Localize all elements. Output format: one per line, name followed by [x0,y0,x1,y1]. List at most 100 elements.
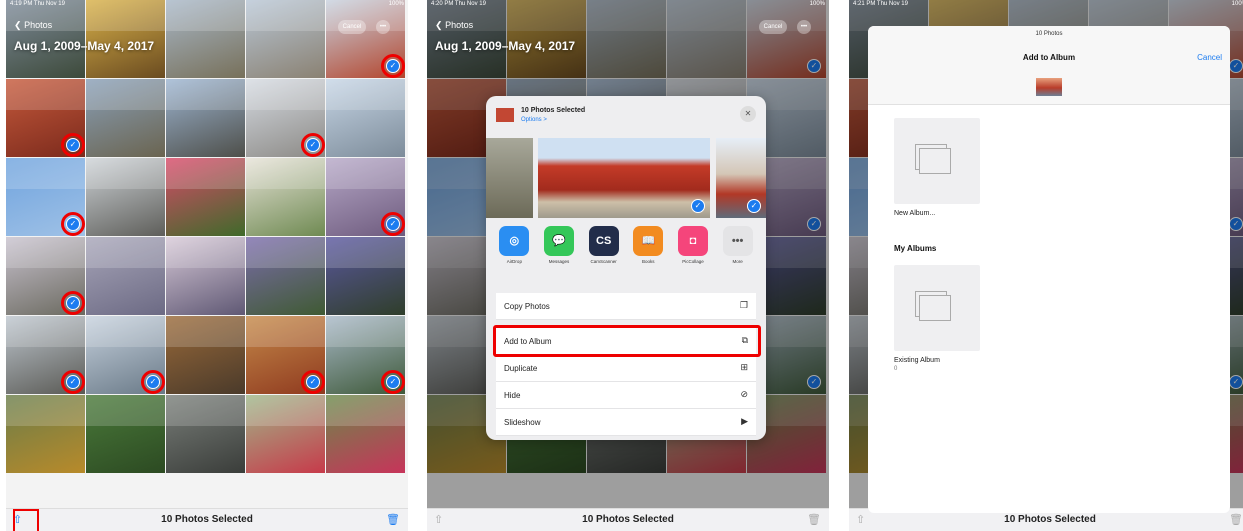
selection-count: 10 Photos Selected [1004,514,1096,525]
photo-thumbnail[interactable] [6,395,85,473]
photo-thumbnail[interactable] [166,158,245,236]
action-label: Hide [504,391,521,400]
status-time: 4:21 PM Thu Nov 19 [853,1,908,7]
photo-thumbnail[interactable] [166,79,245,157]
status-bar: 4:21 PM Thu Nov 19 100% [849,0,1243,14]
share-sheet-panel: ✓✓✓✓✓✓✓✓✓✓ 4:20 PM Thu Nov 19 100% ❮ Pho… [427,0,829,531]
more-button[interactable]: ••• [797,20,811,34]
slideshow-icon: ▶ [741,416,748,426]
photo-thumbnail[interactable]: ✓ [246,79,325,157]
camscanner-icon: CS [588,226,619,256]
share-sheet-header: 10 Photos Selected Options > ✕ [486,96,766,136]
photo-thumbnail[interactable] [86,237,165,315]
photo-thumbnail[interactable]: ✓ [326,316,405,394]
photo-thumbnail[interactable]: ✓ [6,237,85,315]
existing-album-label: Existing Album [894,357,940,364]
bottom-toolbar: ⇧ 10 Photos Selected 🗑 [6,508,408,531]
trash-button[interactable]: 🗑 [1229,513,1243,526]
photo-highlight [166,395,245,427]
nav-bar: ❮ Photos Aug 1, 2009–May 4, 2017 Cancel … [6,12,408,57]
app-label: More [732,259,743,264]
messages-icon: 💬 [543,226,574,256]
app-piccollage[interactable]: ◘ PicCollage [674,226,712,281]
photo-highlight [166,158,245,190]
photos-grid-panel: ✓ ✓ ✓ ✓ ✓ ✓ ✓ ✓ ✓ ✓ 4:19 PM Thu Nov 19 100% ❮ Pho… [6,0,408,531]
photo-highlight [326,79,405,111]
action-label: Copy Photos [504,302,550,311]
photo-highlight [166,79,245,111]
modal-header: 10 Photos Add to Album Cancel [868,26,1230,105]
photo-highlight [86,158,165,190]
app-airdrop[interactable]: ◎ AirDrop [495,226,533,281]
photo-thumbnail[interactable]: ✓ [6,79,85,157]
selected-check-icon: ✓ [386,375,400,389]
photo-thumbnail[interactable]: ✓ [326,158,405,236]
action-duplicate[interactable]: Duplicate ⊞ [496,355,756,382]
photo-thumbnail[interactable] [326,395,405,473]
photo-highlight [6,79,85,111]
existing-album-tile[interactable] [894,265,980,351]
photo-thumbnail[interactable] [166,395,245,473]
app-messages[interactable]: 💬 Messages [540,226,578,281]
cancel-button[interactable]: Cancel [338,20,366,34]
selected-check-icon: ✓ [66,138,80,152]
airdrop-icon: ◎ [499,226,530,256]
photo-highlight [86,79,165,111]
selected-check-icon: ✓ [386,217,400,231]
photo-thumbnail[interactable]: ✓ [86,316,165,394]
photo-highlight [6,237,85,269]
photo-thumbnail[interactable] [86,158,165,236]
action-hide[interactable]: Hide ⊘ [496,382,756,409]
selection-thumbnail [1036,78,1062,96]
photo-thumbnail[interactable] [246,395,325,473]
photo-thumbnail[interactable] [166,316,245,394]
photo-thumbnail[interactable] [326,79,405,157]
photo-thumbnail[interactable]: ✓ [6,158,85,236]
app-label: PicCollage [682,259,704,264]
photo-thumbnail[interactable] [166,237,245,315]
back-button[interactable]: ❮ Photos [435,20,473,31]
more-button[interactable]: ••• [376,20,390,34]
app-label: Messages [548,259,570,264]
existing-album-count: 0 [894,366,898,372]
action-slideshow[interactable]: Slideshow ▶ [496,409,756,436]
photo-highlight [246,237,325,269]
photo-preview-strip[interactable]: ✓ ✓ [486,138,766,218]
share-sheet-title: 10 Photos Selected [521,107,586,114]
photo-thumbnail[interactable] [86,79,165,157]
photo-highlight [246,79,325,111]
preview-photo[interactable]: ✓ [716,138,766,218]
app-more[interactable]: ••• More [719,226,757,281]
trash-button[interactable]: 🗑 [386,513,400,526]
action-copy-photos[interactable]: Copy Photos ❐ [496,293,756,320]
photo-thumbnail[interactable]: ✓ [6,316,85,394]
preview-photo[interactable]: ✓ [538,138,710,218]
app-books[interactable]: 📖 Books [629,226,667,281]
cancel-button[interactable]: Cancel [1197,53,1222,62]
date-range-title: Aug 1, 2009–May 4, 2017 [14,39,155,53]
album-stack-icon [919,148,951,174]
selection-count: 10 Photos Selected [161,514,253,525]
app-camscanner[interactable]: CS CamScanner [585,226,623,281]
photo-highlight [326,237,405,269]
options-link[interactable]: Options > [521,117,547,123]
photo-thumbnail[interactable] [326,237,405,315]
photo-thumbnail[interactable]: ✓ [246,316,325,394]
selected-check-icon: ✓ [146,375,160,389]
photo-highlight [86,237,165,269]
cancel-button[interactable]: Cancel [759,20,787,34]
preview-photo[interactable] [486,138,533,218]
selection-thumbnail [496,108,514,122]
photo-thumbnail[interactable] [246,158,325,236]
trash-button[interactable]: 🗑 [807,513,821,526]
selected-check-icon: ✓ [306,375,320,389]
photo-thumbnail[interactable] [86,395,165,473]
duplicate-icon: ⊞ [740,362,748,372]
new-album-label: New Album... [894,210,936,217]
close-icon: ✕ [744,109,752,118]
back-button[interactable]: ❮ Photos [14,20,52,31]
close-button[interactable]: ✕ [740,106,756,122]
new-album-tile[interactable] [894,118,980,204]
photo-thumbnail[interactable] [246,237,325,315]
chevron-left-icon: ❮ [14,20,22,30]
